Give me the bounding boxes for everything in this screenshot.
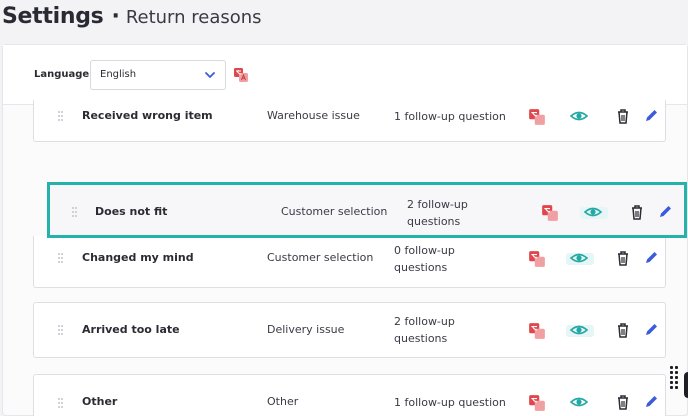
settings-page: Settings · Return reasons Language Engli… bbox=[0, 0, 688, 416]
reason-name: Changed my mind bbox=[82, 251, 194, 264]
eye-icon[interactable] bbox=[570, 321, 588, 339]
drag-handle-icon[interactable] bbox=[72, 207, 78, 217]
drag-handle-icon[interactable] bbox=[58, 253, 64, 263]
eye-icon[interactable] bbox=[570, 393, 588, 411]
translate-icon[interactable] bbox=[233, 67, 249, 83]
reason-row[interactable]: Received wrong item Warehouse issue 1 fo… bbox=[33, 100, 666, 142]
trash-icon[interactable] bbox=[614, 393, 632, 411]
reason-name: Does not fit bbox=[95, 205, 168, 218]
reason-category: Customer selection bbox=[281, 205, 388, 218]
reason-row[interactable]: Other Other 1 follow-up question bbox=[33, 374, 666, 416]
page-title-main: Settings bbox=[2, 4, 104, 29]
reason-category: Warehouse issue bbox=[267, 109, 360, 122]
eye-icon[interactable] bbox=[584, 203, 602, 221]
translate-icon[interactable] bbox=[528, 250, 546, 268]
trash-icon[interactable] bbox=[628, 203, 646, 221]
pencil-icon[interactable] bbox=[656, 203, 674, 221]
followups-line2: questions bbox=[394, 332, 448, 345]
eye-icon[interactable] bbox=[570, 249, 588, 267]
reason-row[interactable]: Arrived too late Delivery issue 2 follow… bbox=[33, 302, 666, 358]
pencil-icon[interactable] bbox=[642, 393, 660, 411]
reason-followups: 2 follow-up questions bbox=[407, 196, 527, 230]
translate-icon[interactable] bbox=[528, 108, 546, 126]
reason-followups: 1 follow-up question bbox=[394, 110, 506, 123]
followups-line2: questions bbox=[407, 215, 461, 228]
drag-handle-icon[interactable] bbox=[58, 111, 64, 121]
pencil-icon[interactable] bbox=[642, 321, 660, 339]
translate-icon[interactable] bbox=[528, 394, 546, 412]
reason-name: Received wrong item bbox=[82, 109, 213, 122]
page-title: Settings · Return reasons bbox=[2, 4, 262, 29]
reason-category: Other bbox=[267, 395, 299, 408]
language-value: English bbox=[100, 69, 137, 80]
reason-name: Other bbox=[82, 395, 118, 408]
reason-category: Customer selection bbox=[267, 251, 374, 264]
reason-category: Delivery issue bbox=[267, 323, 345, 336]
reason-followups: 1 follow-up question bbox=[394, 396, 506, 409]
eye-icon[interactable] bbox=[570, 107, 588, 125]
reason-name: Arrived too late bbox=[82, 323, 180, 336]
trash-icon[interactable] bbox=[614, 321, 632, 339]
reason-row[interactable]: Changed my mind Customer selection 0 fol… bbox=[33, 236, 666, 288]
drag-handle-icon[interactable] bbox=[58, 398, 64, 408]
translate-icon[interactable] bbox=[541, 204, 559, 222]
translate-icon[interactable] bbox=[528, 322, 546, 340]
followups-line1: 0 follow-up bbox=[394, 244, 455, 257]
dragging-reason-row[interactable]: Does not fit Customer selection 2 follow… bbox=[47, 182, 687, 238]
pencil-icon[interactable] bbox=[642, 249, 660, 267]
chevron-down-icon bbox=[205, 72, 215, 78]
followups-line1: 2 follow-up bbox=[407, 198, 468, 211]
language-label: Language bbox=[34, 69, 90, 80]
floating-widget-edge[interactable] bbox=[684, 372, 688, 398]
reason-followups: 2 follow-up questions bbox=[394, 313, 514, 347]
title-separator: · bbox=[111, 4, 120, 29]
followups-line1: 2 follow-up bbox=[394, 315, 455, 328]
trash-icon[interactable] bbox=[614, 107, 632, 125]
drag-handle-icon[interactable] bbox=[58, 325, 64, 335]
grip-dots-icon[interactable] bbox=[670, 366, 684, 394]
language-bar: Language English bbox=[3, 45, 687, 105]
trash-icon[interactable] bbox=[614, 249, 632, 267]
followups-line2: questions bbox=[394, 261, 448, 274]
page-subtitle: Return reasons bbox=[125, 7, 262, 28]
reason-followups: 0 follow-up questions bbox=[394, 242, 514, 276]
language-select[interactable]: English bbox=[90, 60, 226, 90]
pencil-icon[interactable] bbox=[642, 107, 660, 125]
